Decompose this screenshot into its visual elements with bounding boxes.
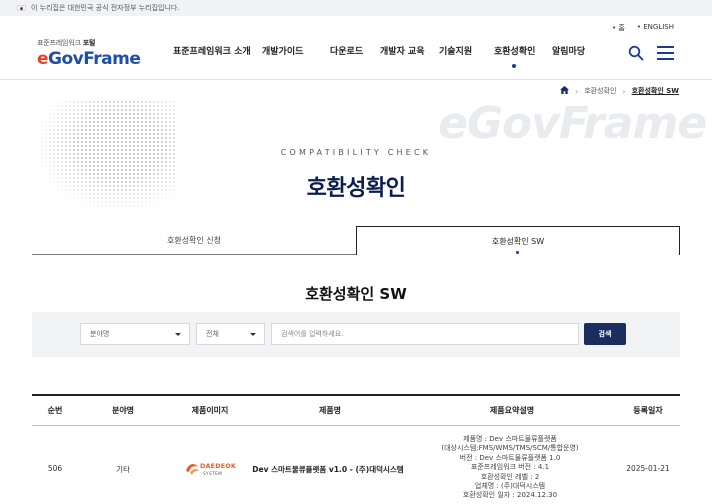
nav-item-notice[interactable]: 알림마당: [552, 44, 585, 57]
col-header-image: 제품이미지: [191, 406, 229, 415]
tab-bar: 호환성확인 신청 호환성확인 SW: [32, 226, 680, 255]
tab-compat-apply[interactable]: 호환성확인 신청: [32, 226, 356, 255]
home-link[interactable]: 홈: [612, 23, 624, 33]
row-field: 기타: [116, 465, 130, 474]
search-button[interactable]: 검색: [584, 323, 626, 345]
hamburger-menu-icon[interactable]: [657, 46, 674, 60]
row-date: 2025-01-21: [626, 464, 670, 473]
nav-item-support[interactable]: 기술지원: [439, 44, 472, 57]
logo-subtitle: 표준프레임워크 포털: [37, 39, 96, 47]
nav-item-about[interactable]: 표준프레임워크 소개: [173, 44, 251, 57]
nav-item-compatibility[interactable]: 호환성확인: [494, 44, 535, 57]
logo-wordmark: eGovFrame: [37, 49, 141, 69]
breadcrumb-current[interactable]: 호환성확인 SW: [632, 86, 679, 96]
english-link[interactable]: ENGLISH: [637, 23, 674, 33]
svg-text:SYSTEM: SYSTEM: [203, 471, 222, 476]
col-header-no: 순번: [47, 406, 63, 415]
nav-active-indicator: [512, 64, 516, 68]
col-header-date: 등록일자: [633, 406, 663, 415]
hero-watermark: eGovFrame: [438, 98, 707, 149]
col-header-product: 제품명: [318, 406, 342, 415]
breadcrumb-item[interactable]: 호환성확인: [584, 86, 616, 96]
gov-banner-text: 이 누리집은 대한민국 공식 전자정부 누리집입니다.: [31, 4, 180, 12]
svg-text:DAEDEOK: DAEDEOK: [200, 462, 237, 470]
caret-down-icon: [250, 333, 256, 336]
gov-banner: 이 누리집은 대한민국 공식 전자정부 누리집입니다.: [0, 0, 712, 16]
tab-active-indicator: [516, 251, 519, 254]
field-select[interactable]: 분야명: [80, 323, 190, 345]
scope-select[interactable]: 전체: [196, 323, 265, 345]
table-header-divider: [32, 425, 680, 426]
utility-links: 홈 ENGLISH: [612, 23, 674, 33]
search-icon[interactable]: [628, 45, 644, 61]
breadcrumb: › 호환성확인 › 호환성확인 SW: [559, 86, 679, 96]
product-logo-image[interactable]: DAEDEOK SYSTEM: [184, 459, 238, 477]
search-panel: 분야명 전체 검색: [32, 312, 680, 357]
chevron-right-icon: ›: [574, 86, 579, 96]
nav-item-education[interactable]: 개발자 교육: [380, 44, 425, 57]
home-icon[interactable]: [559, 86, 569, 96]
nav-item-dev-guide[interactable]: 개발가이드: [262, 44, 303, 57]
site-logo[interactable]: 표준프레임워크 포털 eGovFrame: [37, 38, 141, 69]
caret-down-icon: [175, 333, 181, 336]
korea-flag-icon: [17, 5, 26, 11]
row-no: 506: [47, 464, 63, 473]
row-summary: 제품명 : Dev 스마트물류플랫폼 (대상시스템:FMS/WMS/TMS/SC…: [441, 435, 579, 500]
row-product-link[interactable]: Dev 스마트물류플랫폼 v1.0 - (주)대덕시스템: [252, 464, 403, 475]
col-header-summary: 제품요약설명: [489, 406, 535, 415]
nav-item-download[interactable]: 다운로드: [330, 44, 363, 57]
section-title: 호환성확인 SW: [305, 285, 407, 303]
hero-eyebrow: COMPATIBILITY CHECK: [280, 148, 432, 157]
chevron-right-icon: ›: [622, 86, 626, 96]
table-top-border: [32, 394, 680, 396]
header-divider: [0, 79, 712, 80]
col-header-field: 분야명: [111, 406, 135, 415]
search-input[interactable]: [271, 323, 579, 345]
page-title: 호환성확인: [306, 176, 406, 201]
